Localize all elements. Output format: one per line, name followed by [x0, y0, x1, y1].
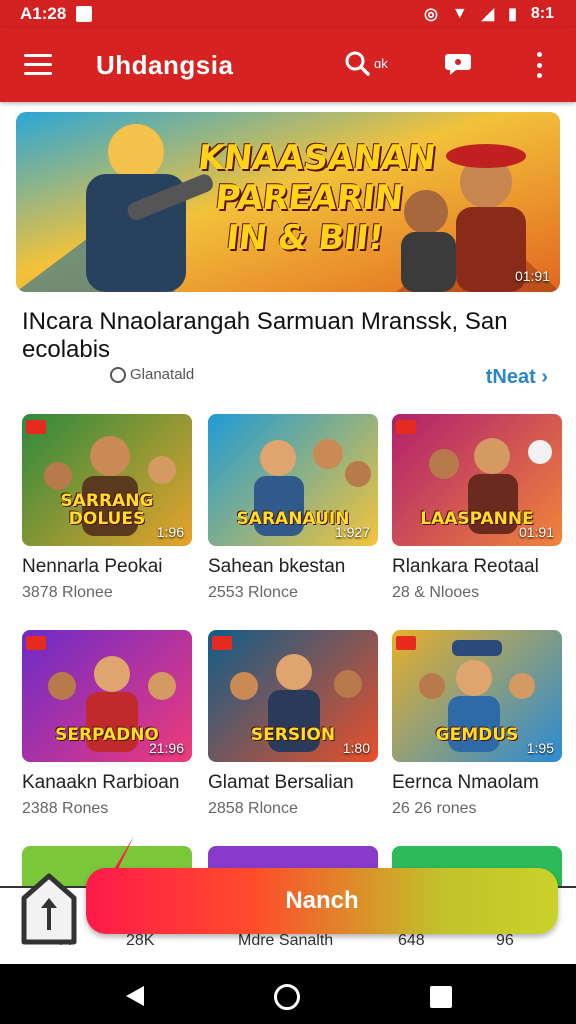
- battery-icon: ▮: [508, 6, 517, 23]
- search-icon: [345, 51, 370, 76]
- video-duration: 1:96: [156, 524, 184, 540]
- menu-icon[interactable]: [24, 54, 52, 76]
- thumbnail-title: SARRANG DOLUES: [60, 491, 154, 529]
- video-thumbnail: SARRANG DOLUES 1:96: [22, 414, 192, 546]
- video-card[interactable]: SERSION 1:80 Glamat Bersalian 2858 Rlonc…: [208, 630, 378, 818]
- video-meta: 26 26 rones: [392, 800, 477, 817]
- upload-home-icon[interactable]: [20, 872, 78, 946]
- video-meta: 2553 Rlonce: [208, 584, 298, 601]
- video-name: Rlankara Reotaal: [392, 556, 539, 577]
- bottom-nav-label[interactable]: 648: [398, 932, 425, 950]
- bottom-nav-label[interactable]: 96: [496, 932, 514, 950]
- chat-icon[interactable]: [444, 52, 472, 76]
- video-name: Sahean bkestan: [208, 556, 346, 577]
- video-name: Eernca Nmaolam: [392, 772, 539, 793]
- status-bar: A1:28 ◎ ▼ ◢ ▮ 8:1: [0, 0, 576, 28]
- author[interactable]: Glanatald: [110, 366, 194, 383]
- video-meta: 3878 Rlonee: [22, 584, 113, 601]
- search-label: ɑk: [374, 55, 388, 71]
- video-duration: 1:95: [526, 740, 554, 756]
- next-link[interactable]: tNeat ›: [486, 366, 548, 389]
- home-icon[interactable]: [274, 984, 300, 1010]
- author-avatar-icon: [110, 366, 126, 383]
- back-icon[interactable]: [124, 984, 146, 1008]
- system-nav-bar: [0, 964, 576, 1024]
- video-duration: 01:91: [518, 524, 554, 540]
- author-name: Glanatald: [130, 366, 195, 383]
- video-meta: 28 & Nlooes: [392, 584, 480, 601]
- cta-button[interactable]: Nanch: [86, 868, 558, 934]
- signal-icon: ◢: [481, 6, 495, 23]
- video-meta: 2858 Rlonce: [208, 800, 298, 817]
- video-duration: 1:927: [334, 524, 370, 540]
- video-duration: 1:80: [342, 740, 370, 756]
- video-name: Glamat Bersalian: [208, 772, 354, 793]
- video-card[interactable]: SARRANG DOLUES 1:96 Nennarla Peokai 3878…: [22, 414, 192, 602]
- app-bar: Uhdangsia ɑk: [0, 28, 576, 102]
- video-thumbnail: SARANAUIN 1:927: [208, 414, 378, 546]
- video-name: Kanaakn Rarbioan: [22, 772, 180, 793]
- video-thumbnail: SERPADNO 21:96: [22, 630, 192, 762]
- status-time: A1:28: [20, 4, 67, 23]
- video-card[interactable]: GEMDUS 1:95 Eernca Nmaolam 26 26 rones: [392, 630, 562, 818]
- video-thumbnail: GEMDUS 1:95: [392, 630, 562, 762]
- app-title: Uhdangsia: [96, 50, 234, 80]
- video-name: Nennarla Peokai: [22, 556, 163, 577]
- video-thumbnail: SERSION 1:80: [208, 630, 378, 762]
- recents-icon[interactable]: [430, 986, 452, 1008]
- article-title[interactable]: INcara Nnaolarangah Sarmuan Mranssk, San…: [22, 308, 562, 364]
- hero-banner-text: KNAASANAN PAREARIN IN & BII!: [196, 138, 438, 258]
- more-icon[interactable]: [534, 52, 544, 78]
- search-button[interactable]: ɑk: [344, 50, 388, 76]
- notification-icon: [76, 6, 93, 22]
- video-card[interactable]: LAASPANNE 01:91 Rlankara Reotaal 28 & Nl…: [392, 414, 562, 602]
- video-duration: 21:96: [148, 740, 184, 756]
- video-card[interactable]: SERPADNO 21:96 Kanaakn Rarbioan 2388 Ron…: [22, 630, 192, 818]
- video-meta: 2388 Rones: [22, 800, 109, 817]
- hero-duration: 01:91: [514, 268, 550, 284]
- wifi-icon: ▼: [451, 5, 468, 22]
- video-thumbnail: LAASPANNE 01:91: [392, 414, 562, 546]
- status-right-text: 8:1: [530, 5, 554, 22]
- video-card[interactable]: SARANAUIN 1:927 Sahean bkestan 2553 Rlon…: [208, 414, 378, 602]
- hero-banner[interactable]: KNAASANAN PAREARIN IN & BII! 01:91: [16, 112, 560, 292]
- bottom-nav-label[interactable]: Mdre Sanalth: [238, 932, 333, 950]
- vibrate-icon: ◎: [423, 6, 438, 23]
